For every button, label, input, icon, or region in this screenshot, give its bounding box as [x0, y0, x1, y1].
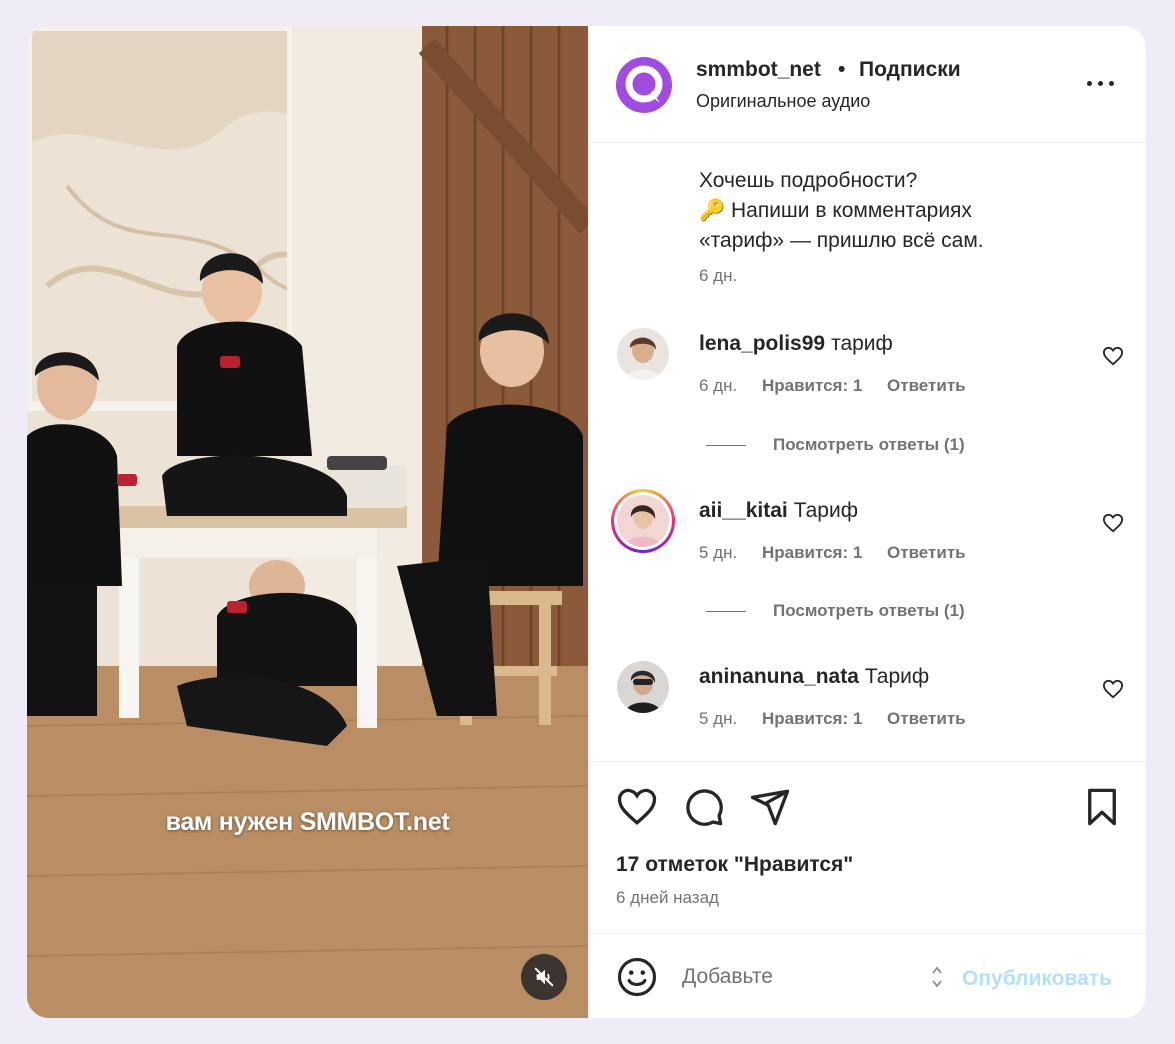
comment-likes[interactable]: Нравится: 1 [762, 376, 862, 395]
comment-item: aninanuna_nata Тариф 5 дн. Нравится: 1 От… [589, 661, 1146, 741]
comment-meta: 5 дн. Нравится: 1 Ответить [699, 543, 986, 563]
post-card: вам нужен SMMBOT.net smmbot_net • Подпис… [27, 26, 1146, 1018]
comment-text: Тариф [793, 499, 858, 522]
share-send-icon[interactable] [749, 786, 791, 828]
publish-button[interactable]: Опубликовать [962, 967, 1112, 991]
comment-likes[interactable]: Нравится: 1 [762, 543, 862, 562]
post-header: smmbot_net • Подписки Оригинальное аудио [589, 26, 1146, 143]
heart-icon[interactable] [1102, 513, 1124, 533]
comment-username[interactable]: lena_polis99 тариф [699, 332, 893, 356]
comment-time: 5 дн. [699, 543, 738, 562]
save-bookmark-icon[interactable] [1081, 786, 1123, 828]
caption-line: «тариф» — пришлю всё сам. [699, 229, 984, 252]
post-author-username[interactable]: smmbot_net [696, 58, 821, 82]
emoji-icon[interactable] [616, 956, 658, 998]
commenter-avatar-story-ring[interactable] [611, 489, 675, 553]
view-replies-button[interactable]: Посмотреть ответы (1) [706, 601, 1126, 621]
view-replies-button[interactable]: Посмотреть ответы (1) [706, 435, 1126, 455]
comment-username[interactable]: aninanuna_nata Тариф [699, 665, 929, 689]
commenter-avatar[interactable] [617, 328, 669, 380]
reply-button[interactable]: Ответить [887, 376, 966, 395]
comment-item: lena_polis99 тариф 6 дн. Нравится: 1 Отве… [589, 328, 1146, 408]
video-frame [27, 26, 588, 1018]
resize-handle-icon[interactable] [931, 964, 943, 990]
comment-meta: 6 дн. Нравится: 1 Ответить [699, 376, 986, 396]
reply-button[interactable]: Ответить [887, 543, 966, 562]
likes-count[interactable]: 17 отметок "Нравится" [616, 853, 853, 877]
comment-likes[interactable]: Нравится: 1 [762, 709, 862, 728]
post-caption: Хочешь подробности? 🔑 Напиши в комментар… [699, 166, 1119, 256]
post-details-panel: smmbot_net • Подписки Оригинальное аудио… [588, 26, 1146, 1018]
following-button[interactable]: Подписки [859, 58, 961, 82]
more-horizontal-icon [1087, 81, 1092, 86]
header-separator: • [838, 58, 846, 81]
video-caption-overlay: вам нужен SMMBOT.net [165, 808, 450, 836]
comment-text: Тариф [864, 665, 930, 688]
comment-time: 5 дн. [699, 709, 738, 728]
like-heart-icon[interactable] [616, 786, 658, 828]
comment-meta: 5 дн. Нравится: 1 Ответить [699, 709, 986, 729]
mute-button[interactable] [521, 954, 567, 1000]
comment-composer: Опубликовать [589, 933, 1146, 1018]
caption-line: 🔑 Напиши в комментариях [699, 199, 972, 222]
comment-input[interactable] [682, 958, 912, 996]
comment-time: 6 дн. [699, 376, 738, 395]
heart-icon[interactable] [1102, 346, 1124, 366]
commenter-avatar[interactable] [617, 661, 669, 713]
original-audio-link[interactable]: Оригинальное аудио [696, 91, 870, 112]
comment-item: aii__kitai Тариф 5 дн. Нравится: 1 Ответи… [589, 489, 1146, 575]
caption-timestamp: 6 дн. [699, 266, 738, 285]
comment-username[interactable]: aii__kitai Тариф [699, 499, 858, 523]
comment-bubble-icon[interactable] [683, 786, 725, 828]
heart-icon[interactable] [1102, 679, 1124, 699]
more-options-button[interactable] [1085, 71, 1117, 95]
reply-button[interactable]: Ответить [887, 709, 966, 728]
profile-avatar-logo[interactable] [616, 57, 672, 113]
post-actions: 17 отметок "Нравится" 6 дней назад [589, 761, 1146, 936]
commenter-avatar [617, 495, 669, 547]
volume-muted-icon [534, 967, 554, 987]
reel-video[interactable]: вам нужен SMMBOT.net [27, 26, 588, 1018]
caption-line: Хочешь подробности? [699, 169, 918, 192]
post-date: 6 дней назад [616, 888, 719, 907]
comment-text: тариф [831, 332, 893, 355]
